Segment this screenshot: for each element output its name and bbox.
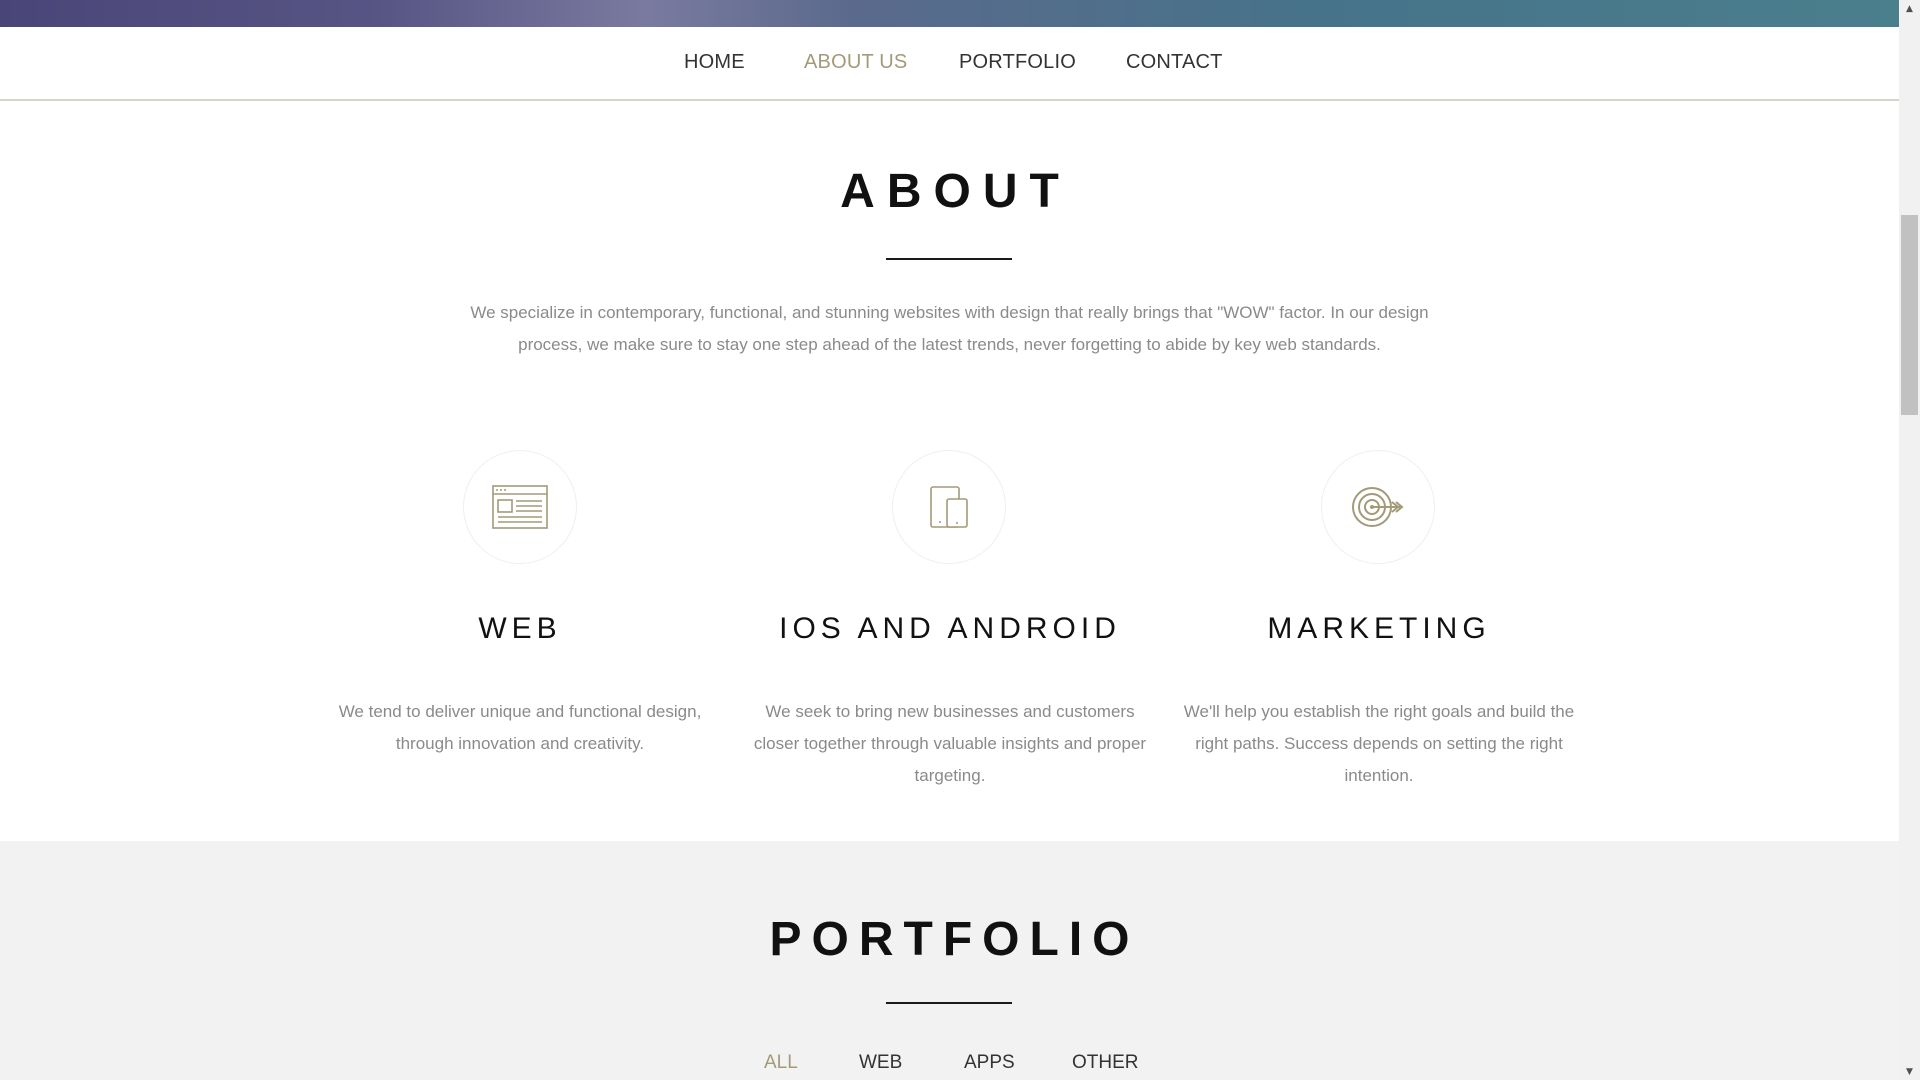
service-description-marketing: We'll help you establish the right goals… (1179, 696, 1579, 792)
about-title-divider (886, 258, 1012, 260)
service-description-ios-android: We seek to bring new businesses and cust… (750, 696, 1150, 792)
service-description-line: intention. (1344, 766, 1414, 785)
about-description-line: We specialize in contemporary, functiona… (470, 303, 1429, 322)
portfolio-title: PORTFOLIO (769, 913, 1140, 966)
hero-banner-strip (0, 0, 1899, 27)
scroll-up-arrow-icon[interactable]: ▲ (1899, 0, 1920, 17)
service-description-line: through innovation and creativity. (395, 734, 645, 753)
portfolio-filter-apps[interactable]: APPS (964, 1052, 1015, 1074)
nav-item-contact[interactable]: CONTACT (1126, 51, 1223, 74)
page-scrollbar[interactable]: ▲ ▼ (1899, 0, 1920, 1080)
target-icon (1352, 487, 1404, 527)
page-viewport: HOME ABOUT US PORTFOLIO CONTACT ABOUT We… (0, 0, 1899, 1080)
portfolio-filter-other[interactable]: OTHER (1072, 1052, 1139, 1074)
about-description-line: process, we make sure to stay one step a… (518, 335, 1381, 354)
web-service-icon-circle (463, 450, 577, 564)
main-navbar: HOME ABOUT US PORTFOLIO CONTACT (0, 27, 1899, 101)
mobile-devices-icon (930, 486, 968, 528)
portfolio-filter-all[interactable]: ALL (764, 1052, 798, 1074)
nav-item-about-us[interactable]: ABOUT US (804, 51, 907, 74)
about-title: ABOUT (840, 165, 1071, 218)
browser-window-icon (492, 485, 548, 529)
service-description-line: closer together through valuable insight… (753, 734, 1147, 753)
service-title-marketing: MARKETING (1267, 612, 1491, 645)
scroll-down-arrow-icon[interactable]: ▼ (1899, 1063, 1920, 1080)
portfolio-filter-web[interactable]: WEB (859, 1052, 902, 1074)
about-description: We specialize in contemporary, functiona… (450, 297, 1449, 361)
service-title-web: WEB (478, 612, 562, 645)
marketing-service-icon-circle (1321, 450, 1435, 564)
service-description-line: targeting. (914, 766, 986, 785)
service-title-ios-android: IOS AND ANDROID (779, 612, 1121, 645)
service-description-line: right paths. Success depends on setting … (1195, 734, 1563, 753)
mobile-service-icon-circle (892, 450, 1006, 564)
portfolio-title-divider (886, 1002, 1012, 1004)
scrollbar-thumb[interactable] (1901, 215, 1918, 415)
nav-item-portfolio[interactable]: PORTFOLIO (959, 51, 1076, 74)
nav-item-home[interactable]: HOME (684, 51, 745, 74)
service-description-line: We seek to bring new businesses and cust… (765, 702, 1135, 721)
service-description-line: We'll help you establish the right goals… (1183, 702, 1575, 721)
service-description-web: We tend to deliver unique and functional… (320, 696, 720, 760)
service-description-line: We tend to deliver unique and functional… (338, 702, 702, 721)
